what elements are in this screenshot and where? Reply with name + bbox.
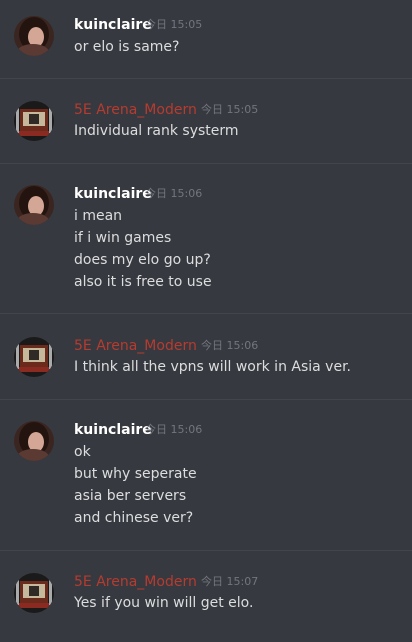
bot-avatar[interactable] — [14, 101, 54, 141]
bot-avatar[interactable] — [14, 337, 54, 377]
user-avatar[interactable] — [14, 16, 54, 56]
message-group: 5E Arena_Modern 今日 15:05 Individual rank… — [0, 78, 412, 164]
message-text: also it is free to use — [74, 274, 212, 290]
message-text: asia ber servers — [74, 488, 187, 504]
bot-avatar[interactable] — [14, 573, 54, 613]
message-text: i mean — [74, 208, 123, 224]
user-avatar[interactable] — [14, 185, 54, 225]
message-group: 5E Arena_Modern 今日 15:07 Yes if you win … — [0, 550, 412, 642]
message-text: I think all the vpns will work in Asia v… — [74, 359, 352, 375]
message-author[interactable]: kuinclaire — [74, 16, 152, 34]
message-group: 5E Arena_Modern 今日 15:06 I think all the… — [0, 313, 412, 400]
message-text: ok — [74, 444, 91, 460]
message-text: Yes if you win will get elo. — [74, 595, 254, 611]
message-timestamp: 今日 15:07 — [201, 575, 259, 588]
message-timestamp: 今日 15:06 — [201, 339, 259, 352]
message-timestamp: 今日 15:06 — [145, 187, 203, 200]
message-text: does my elo go up? — [74, 252, 211, 268]
message-text: and chinese ver? — [74, 510, 194, 526]
message-timestamp: 今日 15:06 — [145, 423, 203, 436]
message-text: or elo is same? — [74, 39, 180, 55]
message-timestamp: 今日 15:05 — [201, 103, 259, 116]
message-timestamp: 今日 15:05 — [145, 18, 203, 31]
message-text: if i win games — [74, 230, 172, 246]
message-author[interactable]: 5E Arena_Modern — [74, 101, 197, 119]
message-author[interactable]: 5E Arena_Modern — [74, 573, 197, 591]
message-author[interactable]: 5E Arena_Modern — [74, 337, 197, 355]
message-author[interactable]: kuinclaire — [74, 421, 152, 439]
message-author[interactable]: kuinclaire — [74, 185, 152, 203]
message-text: but why seperate — [74, 466, 197, 482]
message-group: kuinclaire 今日 15:06 i mean if i win game… — [0, 163, 412, 314]
message-text: Individual rank systerm — [74, 123, 239, 139]
user-avatar[interactable] — [14, 421, 54, 461]
message-group: kuinclaire 今日 15:05 or elo is same? — [0, 0, 412, 79]
message-group: kuinclaire 今日 15:06 ok but why seperate … — [0, 399, 412, 551]
